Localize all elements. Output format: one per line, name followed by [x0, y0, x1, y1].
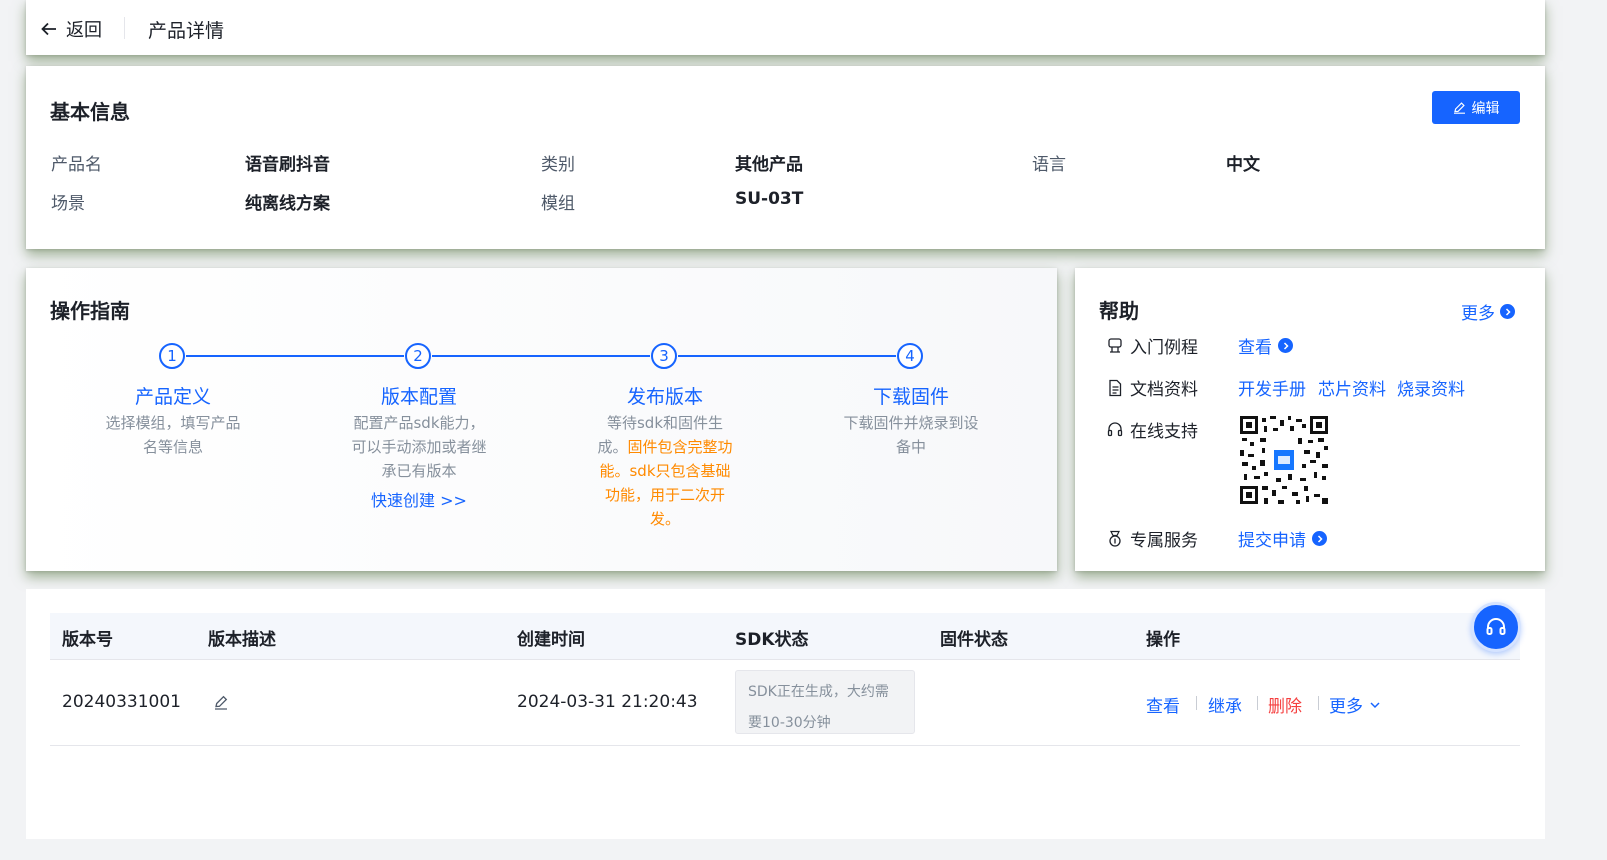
back-label: 返回 — [66, 20, 102, 41]
docs-row-label: 文档资料 — [1106, 375, 1198, 400]
edit-description-icon[interactable] — [213, 694, 229, 710]
tutorial-icon — [1108, 337, 1122, 353]
col-header-created: 创建时间 — [517, 630, 585, 650]
field-value-category: 其他产品 — [735, 155, 803, 175]
headset-icon — [1107, 421, 1123, 436]
tutorial-row-label: 入门例程 — [1106, 333, 1198, 358]
col-header-actions: 操作 — [1146, 630, 1180, 650]
step-2-desc: 配置产品sdk能力， 可以手动添加或者继 承已有版本 — [351, 414, 487, 480]
view-action[interactable]: 查看 — [1146, 692, 1180, 717]
quick-create-link[interactable]: 快速创建 >> — [319, 487, 519, 511]
edit-label: 编辑 — [1471, 100, 1500, 117]
col-header-firmware-status: 固件状态 — [940, 630, 1008, 650]
service-row-label: 专属服务 — [1106, 526, 1198, 551]
edit-button[interactable]: 编辑 — [1432, 91, 1520, 124]
step-4-desc: 下载固件并烧录到设 备中 — [843, 414, 979, 456]
edit-icon — [1453, 102, 1465, 114]
flash-docs-link[interactable]: 烧录资料 — [1397, 375, 1465, 400]
field-label-product-name: 产品名 — [51, 155, 102, 175]
col-header-sdk-status: SDK状态 — [735, 630, 809, 650]
arrow-left-icon — [41, 22, 56, 36]
cell-version: 20240331001 — [62, 692, 181, 712]
field-value-scene: 纯离线方案 — [245, 194, 330, 214]
medal-icon — [1109, 530, 1121, 547]
basic-info-title: 基本信息 — [50, 100, 130, 124]
page-title: 产品详情 — [148, 20, 225, 42]
step-3-desc: 等待sdk和固件生 成。固件包含完整功 能。sdk只包含基础 功能，用于二次开 … — [597, 414, 733, 528]
col-header-version: 版本号 — [62, 630, 113, 650]
step-connector — [432, 355, 650, 357]
page-header: 返回 产品详情 — [26, 0, 1545, 55]
step-connector — [186, 355, 404, 357]
field-value-module: SU-03T — [735, 189, 804, 209]
action-divider — [1318, 696, 1319, 710]
guide-title: 操作指南 — [50, 299, 130, 323]
step-2-title: 版本配置 — [380, 386, 457, 408]
sdk-status-badge: SDK正在生成，大约需 要10-30分钟 — [735, 670, 915, 734]
step-connector — [678, 355, 896, 357]
submit-request-link[interactable]: 提交申请 — [1238, 526, 1327, 551]
support-row-label: 在线支持 — [1106, 417, 1198, 442]
document-icon — [1109, 379, 1122, 396]
chip-docs-link[interactable]: 芯片资料 — [1318, 375, 1386, 400]
step-1-desc: 选择模组，填写产品 名等信息 — [105, 414, 241, 456]
field-label-language: 语言 — [1032, 155, 1066, 175]
arrow-right-circle-icon — [1500, 304, 1515, 319]
field-label-scene: 场景 — [51, 194, 85, 214]
step-1-number: 1 — [159, 343, 185, 369]
inherit-action[interactable]: 继承 — [1208, 692, 1242, 717]
cell-created: 2024-03-31 21:20:43 — [517, 692, 698, 712]
page-bottom-strip — [0, 839, 1607, 860]
field-label-category: 类别 — [541, 155, 575, 175]
col-header-description: 版本描述 — [208, 630, 276, 650]
qr-code — [1240, 416, 1328, 504]
field-label-module: 模组 — [541, 194, 575, 214]
step-2-number: 2 — [405, 343, 431, 369]
chevron-down-icon — [1370, 701, 1380, 708]
step-4-number: 4 — [897, 343, 923, 369]
action-divider — [1196, 696, 1197, 710]
headset-icon — [1486, 618, 1506, 635]
more-actions-dropdown[interactable]: 更多 — [1329, 692, 1381, 717]
tutorial-view-link[interactable]: 查看 — [1238, 333, 1293, 358]
header-divider — [124, 17, 125, 39]
arrow-right-circle-icon — [1278, 338, 1293, 353]
step-3-title: 发布版本 — [626, 386, 703, 408]
help-title: 帮助 — [1099, 299, 1139, 323]
step-4-title: 下载固件 — [872, 386, 949, 408]
dev-manual-link[interactable]: 开发手册 — [1238, 375, 1306, 400]
action-divider — [1257, 696, 1258, 710]
field-value-language: 中文 — [1226, 155, 1260, 175]
customer-support-button[interactable] — [1471, 602, 1521, 652]
step-1-title: 产品定义 — [134, 386, 211, 408]
back-button[interactable]: 返回 — [40, 16, 102, 42]
arrow-right-circle-icon — [1312, 531, 1327, 546]
delete-action[interactable]: 删除 — [1268, 692, 1302, 717]
field-value-product-name: 语音刷抖音 — [245, 155, 330, 175]
help-more-link[interactable]: 更多 — [1461, 299, 1515, 324]
step-3-number: 3 — [651, 343, 677, 369]
